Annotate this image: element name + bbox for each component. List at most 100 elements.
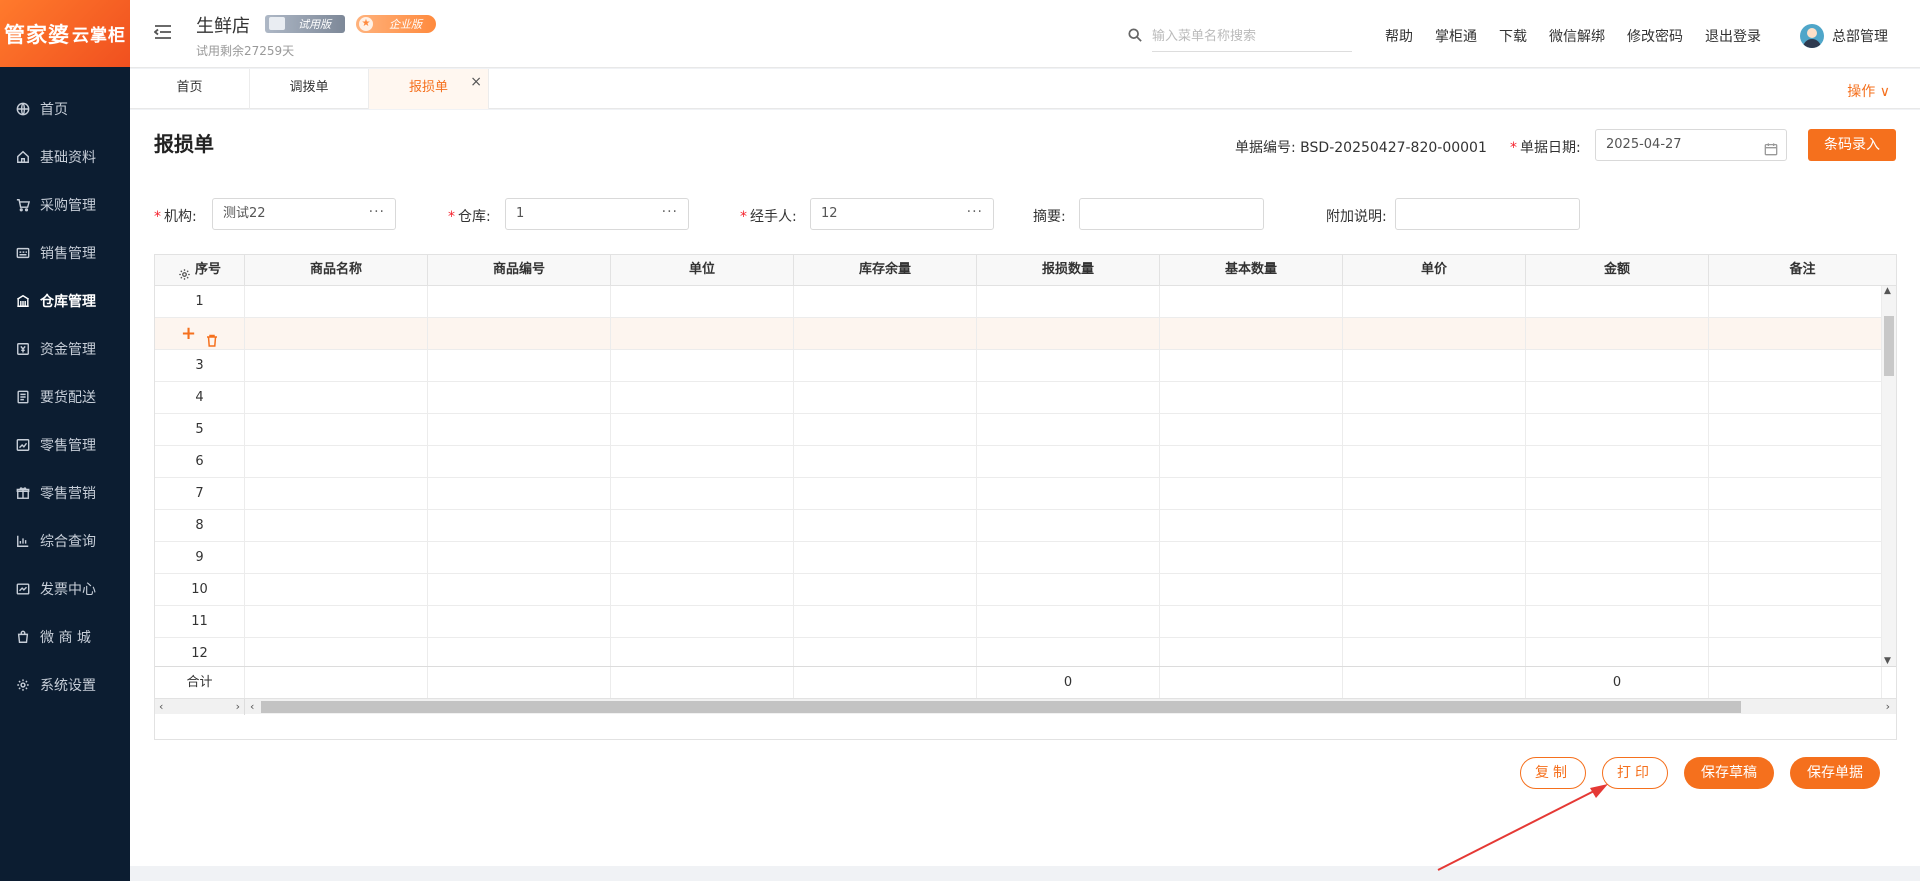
grid-cell[interactable] [1709, 350, 1882, 382]
grid-cell[interactable] [1160, 510, 1343, 542]
grid-cell[interactable] [1343, 446, 1526, 478]
grid-cell[interactable] [977, 414, 1160, 446]
grid-cell[interactable] [977, 638, 1160, 666]
main-scroll[interactable]: ‹ › [247, 699, 1896, 715]
barcode-entry-button[interactable]: 条码录入 [1808, 129, 1896, 161]
grid-cell[interactable] [794, 606, 977, 638]
grid-cell[interactable] [1160, 574, 1343, 606]
grid-cell[interactable] [1343, 382, 1526, 414]
table-row[interactable]: 1 [155, 286, 1882, 318]
grid-cell[interactable] [1526, 542, 1709, 574]
grid-cell[interactable] [977, 574, 1160, 606]
sidebar-item-warehouse[interactable]: 仓库管理 [0, 277, 130, 325]
grid-cell[interactable] [1343, 574, 1526, 606]
grid-cell[interactable] [1343, 542, 1526, 574]
grid-cell[interactable] [977, 478, 1160, 510]
grid-cell[interactable] [611, 542, 794, 574]
grid-cell[interactable] [611, 478, 794, 510]
grid-cell[interactable] [794, 510, 977, 542]
grid-cell[interactable] [1160, 286, 1343, 318]
grid-cell[interactable] [428, 606, 611, 638]
grid-cell[interactable] [977, 286, 1160, 318]
grid-cell[interactable] [1709, 414, 1882, 446]
scroll-left-icon[interactable]: ‹ [159, 700, 163, 713]
grid-cell[interactable] [611, 350, 794, 382]
grid-cell[interactable] [1709, 286, 1882, 318]
add-row-icon[interactable]: + [181, 318, 196, 350]
grid-cell[interactable] [1526, 318, 1709, 350]
sidebar-item-settings[interactable]: 系统设置 [0, 661, 130, 709]
handler-selector[interactable]: 12 ··· [810, 198, 994, 230]
table-row[interactable]: + [155, 318, 1882, 350]
grid-cell[interactable] [428, 542, 611, 574]
grid-cell[interactable] [794, 382, 977, 414]
grid-cell[interactable] [977, 350, 1160, 382]
grid-cell[interactable] [977, 446, 1160, 478]
sidebar-item-retail[interactable]: 零售管理 [0, 421, 130, 469]
column-settings-icon[interactable] [178, 263, 191, 280]
grid-cell[interactable] [245, 478, 428, 510]
grid-cell[interactable] [794, 318, 977, 350]
print-button[interactable]: 打印 [1602, 757, 1668, 789]
grid-cell[interactable] [245, 638, 428, 666]
table-row[interactable]: 10 [155, 574, 1882, 606]
grid-cell[interactable] [1160, 382, 1343, 414]
grid-cell[interactable] [245, 606, 428, 638]
save-draft-button[interactable]: 保存草稿 [1684, 757, 1774, 789]
grid-cell[interactable] [1526, 382, 1709, 414]
grid-cell[interactable] [1709, 318, 1882, 350]
org-selector[interactable]: 测试22 ··· [212, 198, 396, 230]
sidebar-item-invoice[interactable]: 发票中心 [0, 565, 130, 613]
grid-cell[interactable] [794, 414, 977, 446]
scroll-right-icon[interactable]: › [236, 700, 240, 713]
change-password-link[interactable]: 修改密码 [1627, 26, 1683, 46]
table-row[interactable]: 6 [155, 446, 1882, 478]
grid-cell[interactable] [611, 574, 794, 606]
table-row[interactable]: 7 [155, 478, 1882, 510]
grid-cell[interactable] [1343, 510, 1526, 542]
grid-cell[interactable] [611, 318, 794, 350]
grid-cell[interactable] [245, 446, 428, 478]
grid-cell[interactable] [1160, 350, 1343, 382]
grid-cell[interactable] [794, 478, 977, 510]
menu-search-input[interactable] [1152, 22, 1352, 52]
table-row[interactable]: 5 [155, 414, 1882, 446]
grid-cell[interactable] [1526, 574, 1709, 606]
grid-cell[interactable] [1343, 286, 1526, 318]
grid-cell[interactable] [1343, 350, 1526, 382]
grid-cell[interactable] [1709, 446, 1882, 478]
sidebar-item-mall[interactable]: 微 商 城 [0, 613, 130, 661]
warehouse-selector[interactable]: 1 ··· [505, 198, 689, 230]
grid-cell[interactable] [611, 414, 794, 446]
grid-cell[interactable] [1709, 382, 1882, 414]
grid-cell[interactable] [1709, 574, 1882, 606]
zhanggui-link[interactable]: 掌柜通 [1435, 26, 1477, 46]
grid-cell[interactable] [977, 542, 1160, 574]
grid-cell[interactable] [611, 446, 794, 478]
grid-cell[interactable] [1526, 478, 1709, 510]
grid-cell[interactable] [1160, 638, 1343, 666]
grid-cell[interactable] [1343, 606, 1526, 638]
wechat-unbind-link[interactable]: 微信解绑 [1549, 26, 1605, 46]
scroll-right-icon[interactable]: › [1886, 700, 1890, 713]
grid-cell[interactable] [1160, 414, 1343, 446]
grid-cell[interactable] [1526, 414, 1709, 446]
table-row[interactable]: 8 [155, 510, 1882, 542]
frozen-scroll[interactable]: ‹ › [155, 699, 245, 715]
grid-cell[interactable] [1709, 638, 1882, 666]
grid-cell[interactable] [245, 542, 428, 574]
doc-date-picker[interactable]: 2025-04-27 [1595, 129, 1787, 161]
grid-cell[interactable] [428, 286, 611, 318]
sidebar-item-delivery[interactable]: 要货配送 [0, 373, 130, 421]
grid-cell[interactable] [428, 318, 611, 350]
sidebar-item-fund[interactable]: 资金管理 [0, 325, 130, 373]
grid-cell[interactable] [611, 382, 794, 414]
grid-cell[interactable] [794, 286, 977, 318]
grid-cell[interactable] [245, 318, 428, 350]
grid-cell[interactable] [977, 606, 1160, 638]
grid-cell[interactable] [428, 574, 611, 606]
grid-cell[interactable] [794, 350, 977, 382]
grid-cell[interactable] [1526, 606, 1709, 638]
scroll-thumb[interactable] [261, 701, 1741, 713]
grid-cell[interactable] [1343, 414, 1526, 446]
